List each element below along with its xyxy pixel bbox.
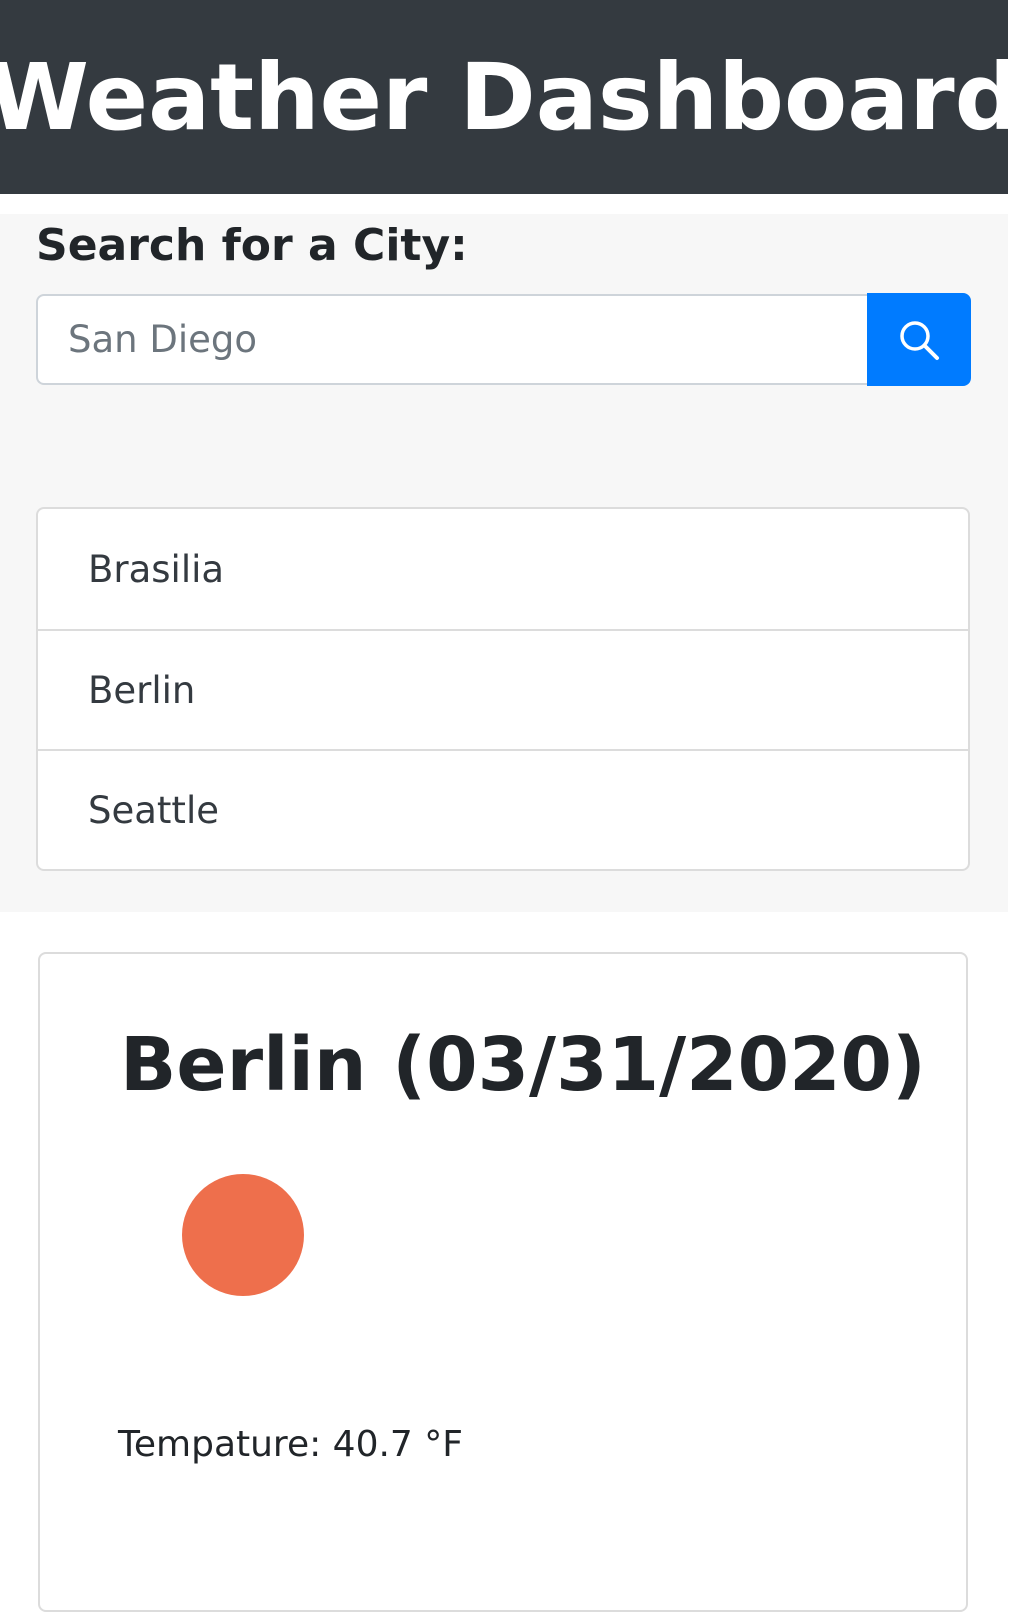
- search-icon: [897, 318, 941, 362]
- page-title: Weather Dashboard: [0, 43, 1021, 151]
- history-item-berlin[interactable]: Berlin: [38, 629, 968, 749]
- search-button[interactable]: [867, 293, 971, 386]
- current-weather-card: Berlin (03/31/2020) Tempature: 40.7 °F: [38, 952, 968, 1612]
- page-header: Weather Dashboard: [0, 0, 1021, 194]
- search-label: Search for a City:: [36, 220, 468, 271]
- temperature-text: Tempature: 40.7 °F: [118, 1424, 463, 1465]
- city-search-input[interactable]: [36, 294, 867, 385]
- current-weather-title: Berlin (03/31/2020): [120, 1022, 926, 1108]
- sun-icon: [182, 1174, 304, 1296]
- search-history-list: Brasilia Berlin Seattle: [36, 507, 970, 871]
- history-item-brasilia[interactable]: Brasilia: [38, 509, 968, 629]
- history-item-seattle[interactable]: Seattle: [38, 749, 968, 869]
